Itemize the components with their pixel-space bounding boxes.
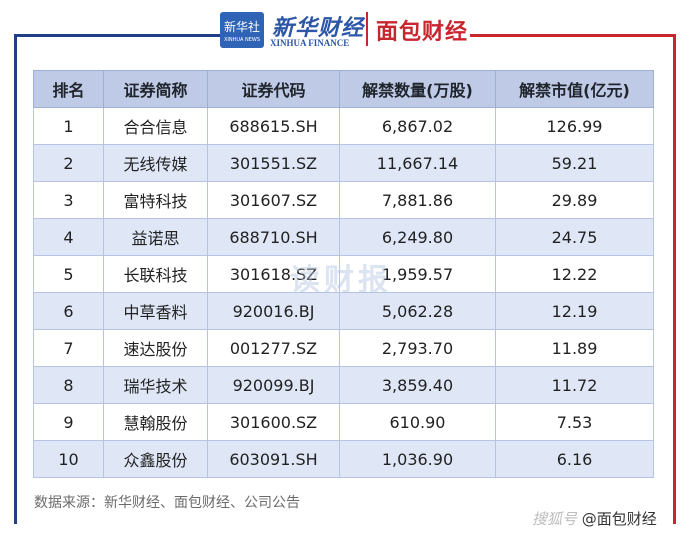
cell-value: 126.99 bbox=[495, 107, 654, 145]
cell-code: 688615.SH bbox=[207, 107, 340, 145]
cell-rank: 3 bbox=[33, 181, 104, 219]
column-header-code: 证券代码 bbox=[207, 70, 340, 108]
table-row: 9 慧翰股份 301600.SZ 610.90 7.53 bbox=[33, 403, 654, 441]
cell-rank: 10 bbox=[33, 440, 104, 478]
cell-value: 7.53 bbox=[495, 403, 654, 441]
cell-qty: 6,867.02 bbox=[339, 107, 496, 145]
table-row: 1 合合信息 688615.SH 6,867.02 126.99 bbox=[33, 107, 654, 145]
table-row: 7 速达股份 001277.SZ 2,793.70 11.89 bbox=[33, 329, 654, 367]
table-row: 4 益诺思 688710.SH 6,249.80 24.75 bbox=[33, 218, 654, 256]
cell-rank: 9 bbox=[33, 403, 104, 441]
cell-value: 11.89 bbox=[495, 329, 654, 367]
column-header-value: 解禁市值(亿元) bbox=[495, 70, 654, 108]
cell-name: 瑞华技术 bbox=[103, 366, 208, 404]
cell-code: 920099.BJ bbox=[207, 366, 340, 404]
cell-value: 12.22 bbox=[495, 255, 654, 293]
cell-name: 富特科技 bbox=[103, 181, 208, 219]
cell-rank: 7 bbox=[33, 329, 104, 367]
cell-qty: 11,667.14 bbox=[339, 144, 496, 182]
column-header-rank: 排名 bbox=[33, 70, 104, 108]
cell-name: 长联科技 bbox=[103, 255, 208, 293]
cell-name: 合合信息 bbox=[103, 107, 208, 145]
mianbao-finance-logo: 面包财经 bbox=[376, 20, 469, 45]
cell-rank: 2 bbox=[33, 144, 104, 182]
frame-top-right-line bbox=[470, 34, 676, 37]
xinhua-news-logo-sub: XINHUA NEWS bbox=[223, 37, 261, 43]
corner-handle-text: @面包财经 bbox=[581, 510, 657, 528]
table-row: 10 众鑫股份 603091.SH 1,036.90 6.16 bbox=[33, 440, 654, 478]
cell-value: 6.16 bbox=[495, 440, 654, 478]
cell-qty: 2,793.70 bbox=[339, 329, 496, 367]
cell-qty: 7,881.86 bbox=[339, 181, 496, 219]
cell-qty: 1,036.90 bbox=[339, 440, 496, 478]
cell-rank: 5 bbox=[33, 255, 104, 293]
cell-name: 中草香料 bbox=[103, 292, 208, 330]
cell-name: 无线传媒 bbox=[103, 144, 208, 182]
cell-rank: 6 bbox=[33, 292, 104, 330]
header-logos: 新华社 XINHUA NEWS 新华财经 XINHUA FINANCE 面包财经 bbox=[220, 8, 480, 52]
xinhua-finance-subtitle: XINHUA FINANCE bbox=[270, 38, 350, 48]
cell-code: 603091.SH bbox=[207, 440, 340, 478]
watermark: 读财报 bbox=[290, 263, 392, 298]
cell-rank: 1 bbox=[33, 107, 104, 145]
cell-name: 慧翰股份 bbox=[103, 403, 208, 441]
cell-value: 24.75 bbox=[495, 218, 654, 256]
cell-name: 益诺思 bbox=[103, 218, 208, 256]
cell-qty: 610.90 bbox=[339, 403, 496, 441]
column-header-name: 证券简称 bbox=[103, 70, 208, 108]
xinhua-news-logo-label: 新华社 bbox=[223, 20, 260, 34]
table-row: 3 富特科技 301607.SZ 7,881.86 29.89 bbox=[33, 181, 654, 219]
cell-rank: 8 bbox=[33, 366, 104, 404]
frame-left-line bbox=[14, 34, 17, 524]
frame-top-left-line bbox=[14, 34, 234, 37]
cell-qty: 6,249.80 bbox=[339, 218, 496, 256]
corner-handle: 搜狐号 @面包财经 bbox=[532, 508, 657, 529]
cell-value: 11.72 bbox=[495, 366, 654, 404]
table-row: 2 无线传媒 301551.SZ 11,667.14 59.21 bbox=[33, 144, 654, 182]
cell-value: 59.21 bbox=[495, 144, 654, 182]
cell-code: 301600.SZ bbox=[207, 403, 340, 441]
cell-code: 301551.SZ bbox=[207, 144, 340, 182]
cell-code: 301607.SZ bbox=[207, 181, 340, 219]
column-header-qty: 解禁数量(万股) bbox=[339, 70, 496, 108]
header-divider bbox=[366, 12, 368, 46]
corner-ghost-text: 搜狐号 bbox=[532, 510, 578, 528]
cell-code: 688710.SH bbox=[207, 218, 340, 256]
cell-value: 29.89 bbox=[495, 181, 654, 219]
cell-name: 众鑫股份 bbox=[103, 440, 208, 478]
table-row: 8 瑞华技术 920099.BJ 3,859.40 11.72 bbox=[33, 366, 654, 404]
cell-code: 001277.SZ bbox=[207, 329, 340, 367]
cell-qty: 3,859.40 bbox=[339, 366, 496, 404]
cell-rank: 4 bbox=[33, 218, 104, 256]
cell-name: 速达股份 bbox=[103, 329, 208, 367]
data-source-note: 数据来源：新华财经、面包财经、公司公告 bbox=[34, 495, 300, 511]
xinhua-news-logo: 新华社 XINHUA NEWS bbox=[220, 12, 264, 48]
cell-value: 12.19 bbox=[495, 292, 654, 330]
frame-right-line bbox=[673, 34, 676, 524]
table-header-row: 排名 证券简称 证券代码 解禁数量(万股) 解禁市值(亿元) bbox=[33, 70, 654, 108]
